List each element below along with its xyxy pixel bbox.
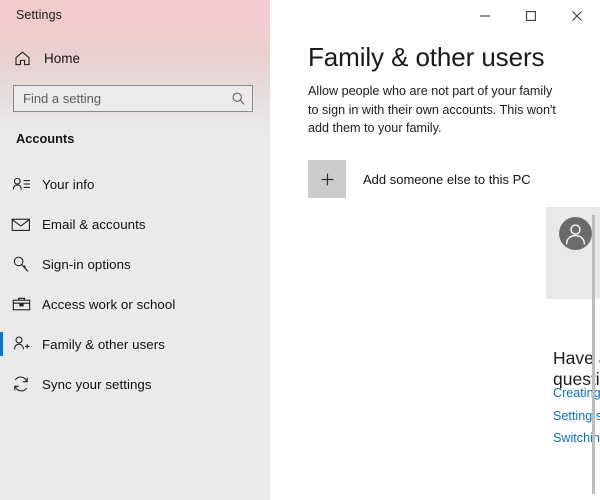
sidebar-item-label: Your info (42, 176, 95, 192)
envelope-icon (0, 217, 42, 232)
sidebar-item-label: Family & other users (42, 336, 165, 352)
sidebar-item-home[interactable]: Home (0, 43, 270, 73)
close-button[interactable] (554, 0, 600, 32)
close-icon (572, 11, 582, 21)
sidebar-item-label: Sign-in options (42, 256, 131, 272)
sync-icon (0, 375, 42, 393)
search-box[interactable] (13, 85, 253, 112)
maximize-icon (526, 11, 536, 21)
search-input[interactable] (14, 86, 224, 111)
vertical-scrollbar[interactable] (592, 215, 595, 494)
sidebar-item-sign-in-options[interactable]: Sign-in options (0, 244, 270, 284)
sidebar-item-label: Email & accounts (42, 216, 146, 232)
plus-icon (308, 160, 346, 198)
person-avatar-icon (559, 217, 592, 250)
settings-window: Settings Home Accounts (0, 0, 600, 500)
sidebar-group-header: Accounts (16, 131, 75, 146)
user-info-icon (0, 176, 42, 193)
main-content: Family & other users Allow people who ar… (270, 0, 600, 500)
minimize-icon (480, 15, 490, 17)
window-controls (462, 0, 600, 32)
add-someone-else-button[interactable]: Add someone else to this PC (308, 160, 531, 198)
sidebar: Settings Home Accounts (0, 0, 270, 500)
sidebar-item-label: Access work or school (42, 296, 176, 312)
home-icon (0, 50, 44, 67)
sidebar-nav: Your info Email & accounts Sign-in optio… (0, 164, 270, 404)
page-description: Allow people who are not part of your fa… (308, 84, 556, 135)
search-icon[interactable] (224, 86, 252, 111)
sidebar-item-access-work-school[interactable]: Access work or school (0, 284, 270, 324)
sidebar-item-home-label: Home (44, 50, 81, 66)
sidebar-item-family-other-users[interactable]: Family & other users (0, 324, 270, 364)
sidebar-item-your-info[interactable]: Your info (0, 164, 270, 204)
minimize-button[interactable] (462, 0, 508, 32)
maximize-button[interactable] (508, 0, 554, 32)
add-someone-else-label: Add someone else to this PC (363, 171, 531, 187)
briefcase-icon (0, 296, 42, 312)
sidebar-item-email-accounts[interactable]: Email & accounts (0, 204, 270, 244)
user-add-icon (0, 335, 42, 353)
sidebar-item-sync-your-settings[interactable]: Sync your settings (0, 364, 270, 404)
sidebar-item-label: Sync your settings (42, 376, 152, 392)
key-icon (0, 255, 42, 273)
page-title: Family & other users (308, 42, 545, 72)
selection-indicator (0, 332, 3, 356)
app-title: Settings (16, 8, 62, 22)
